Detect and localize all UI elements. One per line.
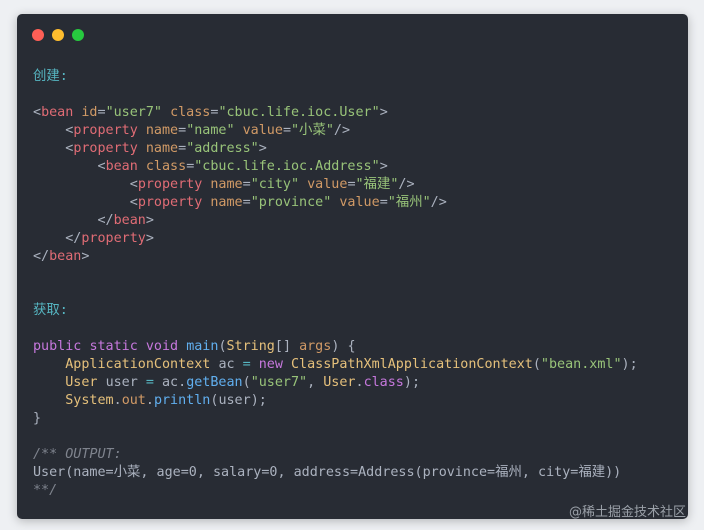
code-line: public static void main(String[] args) {: [33, 339, 356, 354]
code-window: 创建: <bean id="user7" class="cbuc.life.ioc…: [17, 14, 688, 519]
code-line: }: [33, 411, 42, 426]
close-dot-icon[interactable]: [32, 29, 44, 41]
code-line: </bean>: [97, 213, 154, 228]
code-line: <property name="province" value="福州"/>: [129, 195, 447, 210]
code-line: <property name="address">: [65, 141, 267, 156]
code-line: </property>: [65, 231, 154, 246]
create-label: 创建:: [33, 69, 68, 84]
code-line: <property name="name" value="小菜"/>: [65, 123, 351, 138]
code-line: <bean id="user7" class="cbuc.life.ioc.Us…: [33, 105, 388, 120]
output-comment-close: **/: [33, 483, 58, 498]
code-line: <property name="city" value="福建"/>: [129, 177, 415, 192]
get-label: 获取:: [33, 303, 68, 318]
code-line: System.out.println(user);: [65, 393, 267, 408]
code-line: ApplicationContext ac = new ClassPathXml…: [65, 357, 638, 372]
code-line: <bean class="cbuc.life.ioc.Address">: [97, 159, 388, 174]
code-line: User user = ac.getBean("user7", User.cla…: [65, 375, 420, 390]
code-block: 创建: <bean id="user7" class="cbuc.life.ioc…: [33, 68, 638, 500]
output-comment-open: /** OUTPUT:: [33, 447, 122, 462]
output-value: User(name=小菜, age=0, salary=0, address=A…: [33, 465, 622, 480]
code-line: </bean>: [33, 249, 90, 264]
maximize-dot-icon[interactable]: [72, 29, 84, 41]
watermark: @稀土掘金技术社区: [568, 505, 686, 520]
minimize-dot-icon[interactable]: [52, 29, 64, 41]
